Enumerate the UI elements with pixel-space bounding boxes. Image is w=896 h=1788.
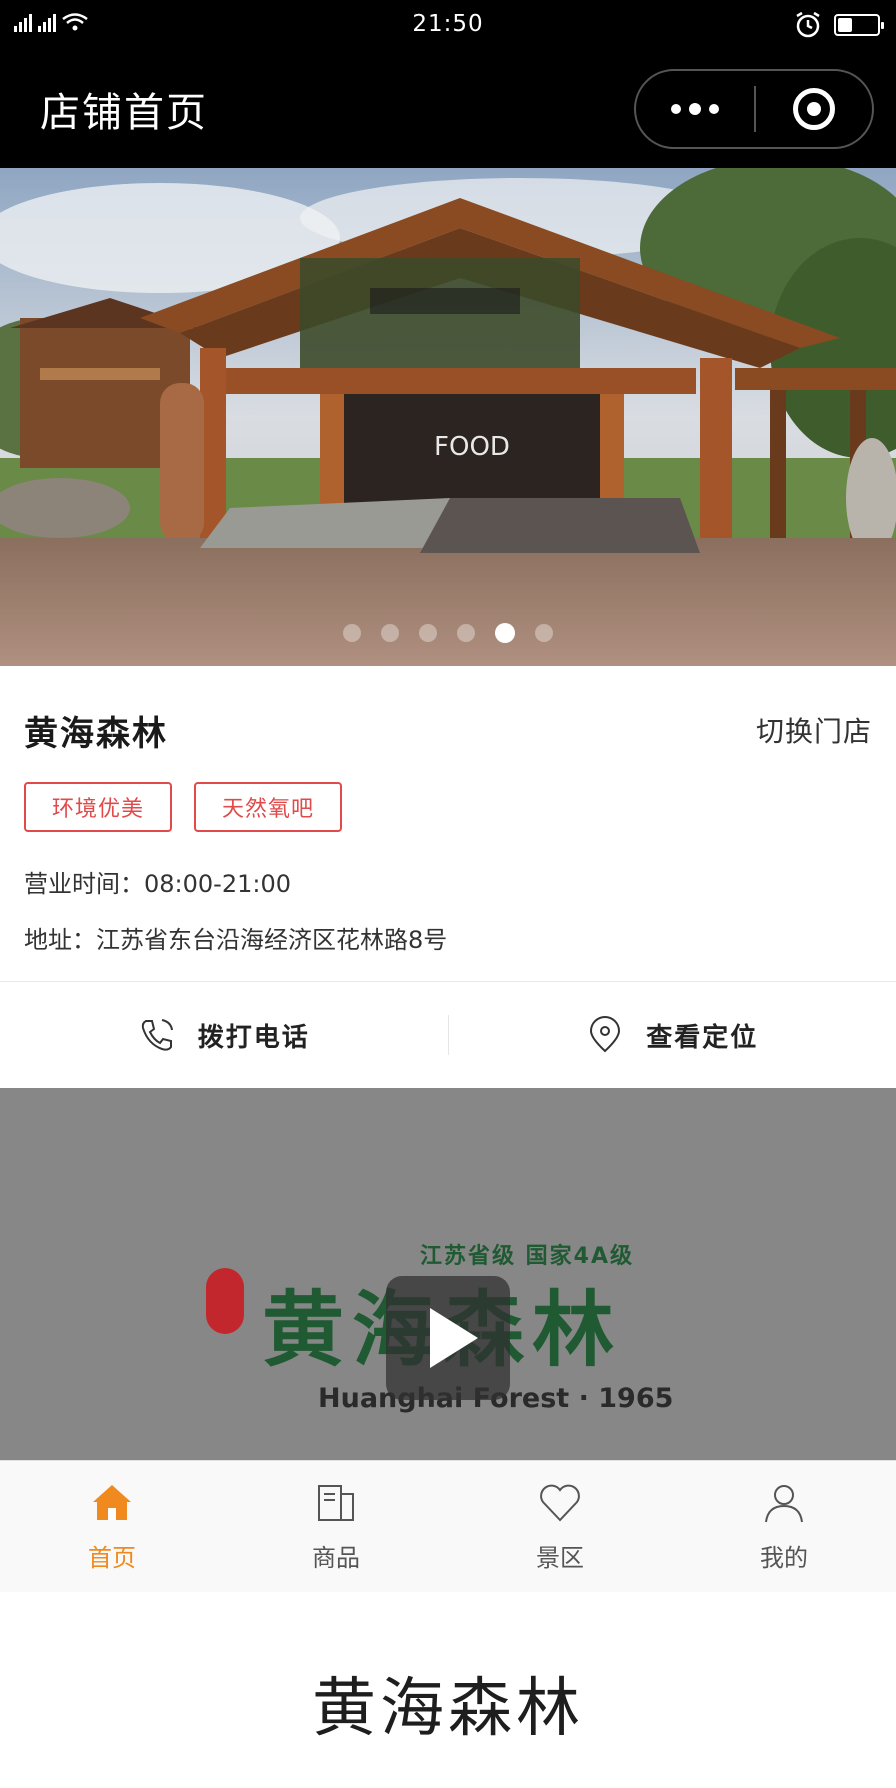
alarm-icon <box>796 11 820 38</box>
nav-bar: 店铺首页 <box>0 52 896 168</box>
home-icon <box>93 1485 131 1520</box>
status-right-group <box>794 11 884 39</box>
call-button[interactable]: 拨打电话 <box>0 982 448 1088</box>
carousel-dot[interactable] <box>535 624 553 642</box>
business-hours: 营业时间：08:00-21:00 <box>24 870 291 898</box>
miniprogram-capsule <box>634 69 874 149</box>
store-actions: 拨打电话 查看定位 <box>0 981 896 1088</box>
view-location-button[interactable]: 查看定位 <box>449 982 896 1088</box>
carousel-dot[interactable] <box>457 624 475 642</box>
promo-video[interactable]: 江苏省级 国家4A级 黄海森林 Huanghai Forest · 1965 <box>0 1088 896 1460</box>
more-menu-button[interactable] <box>636 71 754 147</box>
footer-brand-text: 黄海森林 <box>312 1672 584 1746</box>
user-icon <box>765 1485 803 1523</box>
carousel-dot[interactable] <box>343 624 361 642</box>
carousel-indicators <box>0 623 896 643</box>
tab-mine[interactable]: 我的 <box>672 1461 896 1592</box>
carousel-dot-active[interactable] <box>495 623 515 643</box>
target-icon <box>793 88 835 130</box>
store-tags: 环境优美 天然氧吧 <box>24 782 342 832</box>
store-address: 地址：江苏省东台沿海经济区花林路8号 <box>24 926 448 954</box>
store-name: 黄海森林 <box>24 714 168 754</box>
switch-store-link[interactable]: 切换门店 <box>756 710 872 750</box>
brand-seal <box>206 1268 244 1334</box>
battery-icon <box>834 14 884 36</box>
tab-goods[interactable]: 商品 <box>224 1461 448 1592</box>
tab-label: 首页 <box>88 1544 136 1572</box>
status-time: 21:50 <box>412 11 484 37</box>
store-tag: 环境优美 <box>24 782 172 832</box>
store-info-card: 黄海森林 切换门店 环境优美 天然氧吧 营业时间：08:00-21:00 地址：… <box>0 666 896 981</box>
tab-scenic[interactable]: 景区 <box>448 1461 672 1592</box>
status-bar: 21:50 <box>0 0 896 52</box>
bottom-tab-bar: 首页 商品 景区 我的 <box>0 1460 896 1592</box>
page-title: 店铺首页 <box>40 90 208 136</box>
banner-carousel[interactable]: FOOD <box>0 168 896 666</box>
tab-label: 景区 <box>536 1544 584 1572</box>
call-label: 拨打电话 <box>197 1022 310 1053</box>
banner-image: FOOD <box>0 168 896 666</box>
tab-label: 商品 <box>312 1544 360 1572</box>
location-label: 查看定位 <box>646 1022 759 1053</box>
play-button[interactable] <box>386 1276 510 1400</box>
video-poster: 江苏省级 国家4A级 黄海森林 Huanghai Forest · 1965 <box>0 1088 896 1460</box>
store-tag: 天然氧吧 <box>194 782 342 832</box>
close-miniprogram-button[interactable] <box>756 71 872 147</box>
location-pin-icon <box>590 1016 621 1053</box>
banner-sign-text: FOOD <box>434 432 510 462</box>
tab-home[interactable]: 首页 <box>0 1461 224 1592</box>
carousel-dot[interactable] <box>381 624 399 642</box>
carousel-dot[interactable] <box>419 624 437 642</box>
phone-icon <box>141 1019 173 1051</box>
heart-icon <box>540 1484 580 1522</box>
goods-icon <box>318 1485 354 1521</box>
tab-label: 我的 <box>760 1544 808 1572</box>
footer-brand: 黄海森林 <box>0 1592 896 1788</box>
